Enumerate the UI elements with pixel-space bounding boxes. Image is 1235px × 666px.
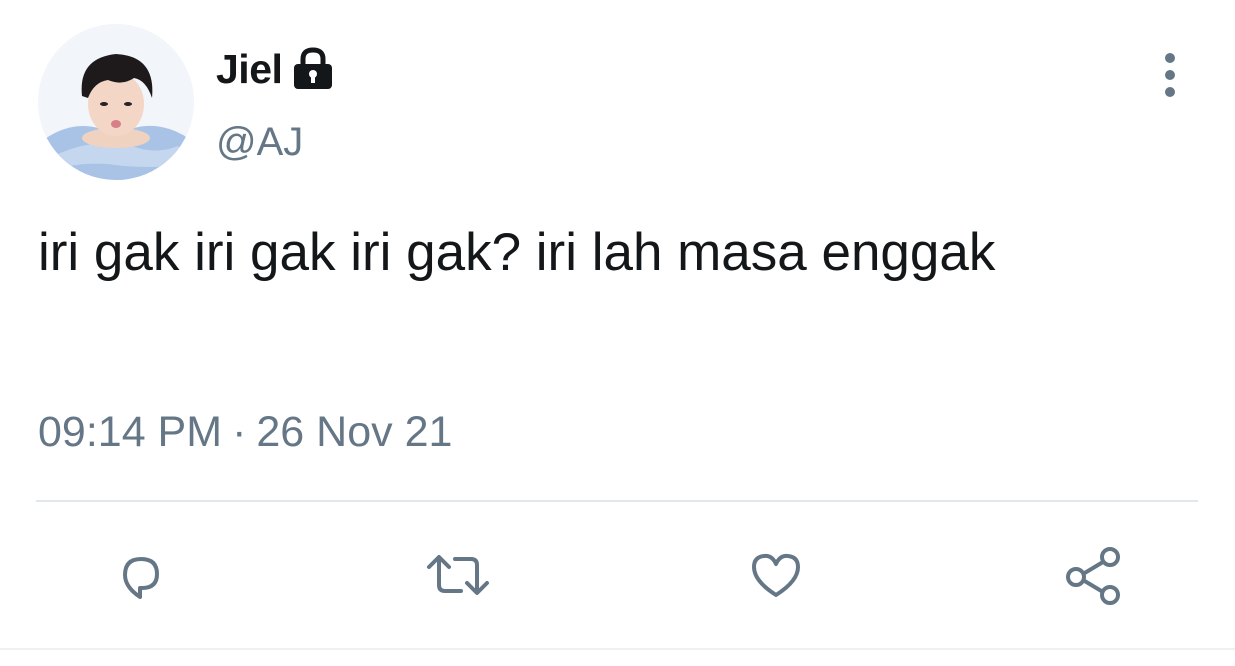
tweet-time: 09:14 PM: [38, 408, 223, 456]
tweet-date: 26 Nov 21: [256, 408, 453, 456]
avatar[interactable]: [38, 24, 194, 180]
more-vertical-icon: [1165, 53, 1175, 97]
meta-separator: ·: [232, 408, 247, 456]
retweet-button[interactable]: [423, 540, 493, 610]
action-bar: [0, 540, 1235, 610]
display-name[interactable]: Jiel: [216, 46, 283, 93]
more-options-button[interactable]: [1150, 52, 1190, 98]
share-icon: [1066, 547, 1120, 605]
tweet-text: iri gak iri gak iri gak? iri lah masa en…: [38, 223, 996, 282]
lock-icon: [290, 47, 336, 91]
tweet-card: Jiel @AJ iri gak iri gak iri gak? iri la…: [0, 0, 1235, 666]
retweet-icon: [427, 555, 489, 595]
display-name-row: Jiel: [216, 44, 336, 94]
reply-button[interactable]: [106, 540, 176, 610]
like-button[interactable]: [741, 540, 811, 610]
heart-icon: [752, 553, 800, 597]
share-button[interactable]: [1059, 540, 1129, 610]
reply-icon: [123, 557, 159, 599]
bottom-divider: [0, 648, 1235, 650]
user-handle[interactable]: @AJ: [216, 120, 303, 165]
tweet-timestamp[interactable]: 09:14 PM · 26 Nov 21: [38, 408, 452, 457]
profile-photo: [38, 24, 194, 180]
divider: [36, 500, 1198, 502]
